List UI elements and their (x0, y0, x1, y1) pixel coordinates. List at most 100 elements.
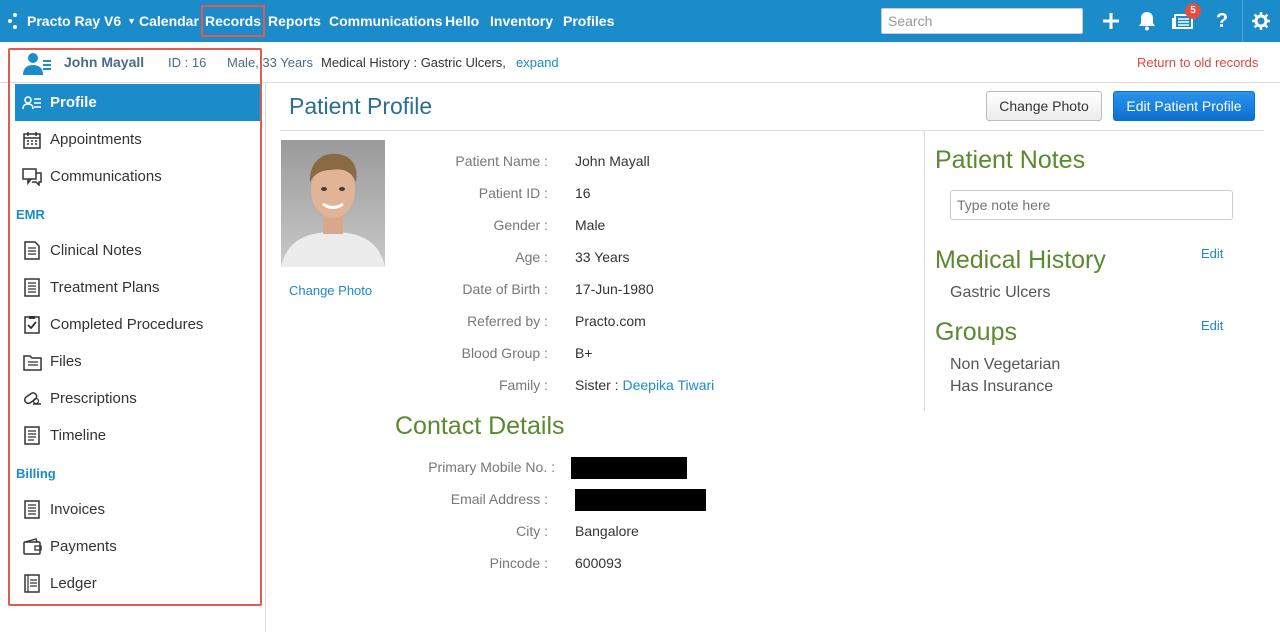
sidebar-item-ledger[interactable]: Ledger (15, 565, 261, 602)
sidebar-item-communications[interactable]: Communications (15, 158, 261, 195)
patient-name[interactable]: John Mayall (64, 54, 144, 70)
bell-icon[interactable] (1136, 0, 1158, 42)
top-navbar: Practo Ray V6 ▼ Calendar Records Reports… (0, 0, 1280, 42)
sidebar-item-clinical-notes[interactable]: Clinical Notes (15, 232, 261, 269)
sidebar-item-label: Payments (50, 538, 117, 555)
nav-profiles[interactable]: Profiles (563, 0, 614, 42)
add-icon[interactable] (1100, 0, 1122, 42)
groups-title: Groups (935, 318, 1017, 346)
sidebar-item-label: Timeline (50, 427, 107, 444)
sidebar-item-treatment-plans[interactable]: Treatment Plans (15, 269, 261, 306)
sidebar-item-label: Files (50, 353, 82, 370)
sidebar-item-prescriptions[interactable]: Prescriptions (15, 380, 261, 417)
chevron-down-icon: ▼ (127, 16, 137, 26)
ledger-icon (22, 574, 42, 594)
patient-notes-input[interactable] (950, 190, 1233, 220)
notification-badge: 5 (1185, 3, 1201, 19)
patient-gender-age: Male, 33 Years (227, 55, 314, 70)
sidebar-item-label: Clinical Notes (50, 242, 142, 259)
medical-history-item: Gastric Ulcers (950, 284, 1051, 301)
nav-communications[interactable]: Communications (329, 0, 443, 42)
divider (280, 130, 1264, 131)
brand-menu[interactable]: Practo Ray V6 ▼ (8, 0, 136, 42)
divider (1242, 0, 1243, 42)
groups-edit-link[interactable]: Edit (1201, 318, 1223, 333)
sidebar-item-appointments[interactable]: Appointments (15, 121, 261, 158)
dob-value: 17-Jun-1980 (575, 281, 654, 297)
medical-history-edit-link[interactable]: Edit (1201, 246, 1223, 261)
gear-icon[interactable] (1250, 0, 1272, 42)
field-label: Date of Birth : (462, 281, 548, 297)
patient-id: ID : 16 (168, 55, 207, 70)
field-label: Email Address : (450, 491, 548, 507)
field-label: City : (516, 523, 548, 539)
sidebar-item-label: Completed Procedures (50, 316, 204, 333)
sidebar-item-completed-procedures[interactable]: Completed Procedures (15, 306, 261, 343)
redacted-email (575, 489, 706, 511)
sidebar-item-profile[interactable]: Profile (15, 84, 261, 121)
checklist-icon (22, 315, 42, 335)
document-icon (22, 278, 42, 298)
nav-calendar[interactable]: Calendar (139, 0, 199, 42)
chat-icon (22, 167, 42, 187)
patient-name-value: John Mayall (575, 153, 650, 169)
medical-history-title: Medical History (935, 246, 1106, 274)
calendar-icon (22, 130, 42, 150)
news-icon[interactable]: 5 (1170, 0, 1201, 42)
family-member-link[interactable]: Deepika Tiwari (622, 377, 714, 393)
edit-patient-profile-button[interactable]: Edit Patient Profile (1113, 91, 1255, 121)
field-label: Gender : (493, 217, 548, 233)
city-value: Bangalore (575, 523, 639, 539)
sidebar-item-label: Profile (50, 94, 97, 111)
sidebar-item-label: Communications (50, 168, 162, 185)
contact-details-title: Contact Details (395, 412, 565, 440)
referred-by-value: Practo.com (575, 313, 646, 329)
search-input[interactable] (881, 8, 1083, 34)
age-value: 33 Years (575, 249, 630, 265)
invoice-icon (22, 500, 42, 520)
sidebar-item-label: Ledger (50, 575, 97, 592)
group-item: Has Insurance (950, 378, 1054, 395)
expand-link[interactable]: expand (516, 55, 559, 70)
field-label: Referred by : (467, 313, 548, 329)
field-label: Patient Name : (455, 153, 548, 169)
pill-icon (22, 389, 42, 409)
wallet-icon (22, 537, 42, 557)
notes-icon (22, 241, 42, 261)
help-icon[interactable]: ? (1211, 0, 1233, 42)
field-label: Family : (499, 377, 548, 393)
redacted-mobile (571, 457, 687, 479)
brand-name: Practo Ray V6 (27, 13, 122, 29)
profile-card-icon (22, 93, 42, 113)
nav-records[interactable]: Records (196, 0, 270, 42)
sidebar-item-label: Prescriptions (50, 390, 137, 407)
patient-medical-history: Medical History : Gastric Ulcers, (321, 55, 506, 70)
timeline-icon (22, 426, 42, 446)
blood-group-value: B+ (575, 345, 593, 361)
pincode-value: 600093 (575, 555, 622, 571)
sidebar-section-billing: Billing (16, 466, 56, 481)
sidebar-section-emr: EMR (16, 207, 45, 222)
sidebar-item-label: Appointments (50, 131, 142, 148)
nav-inventory[interactable]: Inventory (490, 0, 553, 42)
sidebar-divider (265, 83, 266, 632)
field-label: Pincode : (489, 555, 548, 571)
patient-avatar-icon (22, 52, 52, 79)
sidebar-item-timeline[interactable]: Timeline (15, 417, 261, 454)
return-old-records-link[interactable]: Return to old records (1137, 55, 1258, 70)
field-label: Primary Mobile No. : (428, 459, 555, 475)
change-photo-button[interactable]: Change Photo (986, 91, 1102, 121)
sidebar-item-label: Treatment Plans (50, 279, 160, 296)
group-item: Non Vegetarian (950, 356, 1061, 373)
family-relation: Sister : (575, 377, 619, 393)
sidebar-item-label: Invoices (50, 501, 106, 518)
nav-hello[interactable]: Hello (445, 0, 479, 42)
sidebar-item-payments[interactable]: Payments (15, 528, 261, 565)
nav-reports[interactable]: Reports (268, 0, 321, 42)
divider (924, 131, 925, 411)
sidebar-item-invoices[interactable]: Invoices (15, 491, 261, 528)
gender-value: Male (575, 217, 606, 233)
patient-id-value: 16 (575, 185, 591, 201)
page-title: Patient Profile (289, 93, 433, 119)
sidebar-item-files[interactable]: Files (15, 343, 261, 380)
